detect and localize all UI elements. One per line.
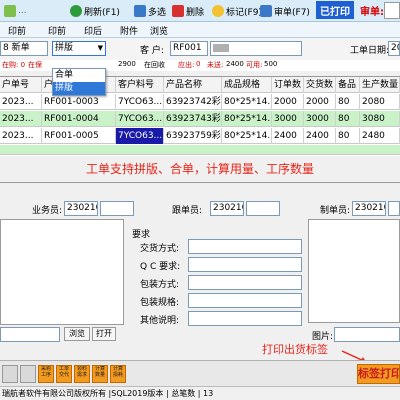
delete-button[interactable]: 删除 [172, 3, 204, 19]
salesperson-label: 业务员: [32, 206, 63, 216]
salesperson-name-input[interactable] [100, 201, 134, 216]
col-header: 订单数 [272, 77, 304, 93]
dropdown-option-impose[interactable]: 拼版 [53, 82, 105, 95]
material-request-button[interactable]: 领料需求 [74, 365, 90, 383]
open-button[interactable]: 打开 [92, 327, 116, 341]
col-header: 交货数 [304, 77, 336, 93]
printed-badge: 已打印 [316, 1, 354, 19]
dropdown-option-merge[interactable]: 合单 [53, 69, 105, 82]
tab-prepress-1[interactable]: 印前 [8, 24, 26, 37]
delete-icon [172, 5, 184, 17]
maker-name-input[interactable] [388, 201, 400, 216]
undelivered-value: 2400 [226, 60, 244, 68]
due-label: 应出: [178, 61, 195, 69]
table-row[interactable]: 2023... RF001-0005 7YCO63... 63923759彩盒 … [0, 128, 400, 144]
table-row[interactable]: 2023... RF001-0003 7YCO63... 63923742彩盒 … [0, 94, 400, 110]
recycle-label: 在回收 [144, 61, 165, 69]
customer-name-input[interactable] [210, 41, 302, 56]
grid-icon [134, 5, 146, 17]
col-header: 备品 [336, 77, 360, 93]
customer-code-input[interactable]: RF001 [170, 41, 208, 56]
redacted-block [213, 44, 229, 52]
multi-select-button[interactable]: 多选 [134, 3, 166, 19]
available-label: 可用: [246, 61, 263, 69]
customer-label: 客 户: [140, 46, 164, 56]
refresh-icon [70, 5, 82, 17]
stock-total: 2900 [118, 60, 136, 68]
follower-name-input[interactable] [246, 201, 280, 216]
table-row-empty[interactable] [0, 145, 400, 155]
comment-icon [212, 5, 224, 17]
requirements-group: 交货方式: Q C 要求: 包装方式: 包装规格: 其他说明: [132, 239, 304, 329]
table-row[interactable]: 2023... RF001-0004 7YCO63... 63923743彩盒 … [0, 111, 400, 127]
in-stock-label: 在保 [28, 61, 42, 69]
other-notes-label: 其他说明: [140, 316, 180, 326]
audit-status-label: 审单: [360, 7, 384, 18]
tab-browse[interactable]: 浏览 [150, 24, 168, 37]
tab-prepress-2[interactable]: 印前 [48, 24, 66, 37]
calc-loss-button[interactable]: 计算损耗 [110, 365, 126, 383]
process-type-select[interactable]: 拼版 ▼ [52, 41, 106, 56]
qc-requirement-label: Q C 要求: [140, 262, 181, 272]
col-header: 成品规格 [222, 77, 272, 93]
browse-button[interactable]: 浏览 [64, 327, 90, 341]
salesperson-input[interactable]: 2302100 [64, 201, 98, 216]
work-date-input[interactable]: 20 [388, 41, 400, 56]
feature-caption: 工单支持拼版、合单，计算用量、工序数量 [85, 162, 314, 176]
packaging-spec-input[interactable] [188, 293, 302, 308]
packaging-spec-label: 包装规格: [140, 298, 180, 308]
follower-label: 跟单员: [172, 206, 203, 216]
maker-label: 制单员: [320, 206, 351, 216]
other-notes-input[interactable] [188, 311, 302, 326]
work-order-handover-button[interactable]: 工单交代 [56, 365, 72, 383]
calc-quantity-button[interactable]: 计算数量 [92, 365, 108, 383]
action-button-2[interactable] [20, 365, 36, 383]
col-header: 户单号 [0, 77, 42, 93]
packaging-method-input[interactable] [188, 275, 302, 290]
image-preview[interactable] [308, 219, 400, 323]
status-bar: 瑞航者软件有限公司版权所有 |SQL2019版本 | 总笔数 | 13 [0, 386, 400, 400]
col-header: 生产数量 [360, 77, 400, 93]
tab-postpress[interactable]: 印后 [84, 24, 102, 37]
packaging-method-label: 包装方式: [140, 280, 180, 290]
cut-button[interactable]: ... [4, 3, 27, 19]
detail-panel: 业务员: 2302100 跟单员: 2302100 制单员: 2302100 要… [0, 182, 400, 363]
approve-icon [260, 5, 272, 17]
work-date-label: 工单日期: [350, 46, 390, 56]
in-purchase-label: 在购: 0 [2, 61, 26, 69]
tab-bar: 印前 印前 印后 附件 浏览 [0, 22, 400, 38]
delivery-method-input[interactable] [188, 239, 302, 254]
cut-icon [4, 5, 16, 17]
col-header: 产品名称 [164, 77, 222, 93]
maker-input[interactable]: 2302100 [352, 201, 386, 216]
chevron-down-icon: ▼ [97, 44, 103, 52]
label-print-callout: 打印出货标签 [262, 343, 328, 356]
tab-attachment[interactable]: 附件 [120, 24, 138, 37]
action-button-bar: 采购工序 工单交代 领料需求 计算数量 计算损耗 [0, 360, 400, 386]
mark-button[interactable]: 标记(F9) [212, 3, 262, 19]
qc-requirement-input[interactable] [188, 257, 302, 272]
order-type-select[interactable]: 8 新单 [0, 41, 48, 56]
follower-input[interactable]: 2302100 [210, 201, 244, 216]
process-type-dropdown: 合单 拼版 [52, 68, 106, 96]
action-button-1[interactable] [2, 365, 18, 383]
due-value: 0 [196, 60, 201, 68]
notes-panel[interactable] [0, 219, 124, 325]
purchase-process-button[interactable]: 采购工序 [38, 365, 54, 383]
label-print-button[interactable]: 标签打印 [357, 364, 400, 384]
image-path-input[interactable] [334, 327, 400, 342]
undelivered-label: 未送: [207, 61, 224, 69]
audit-status-field[interactable] [384, 2, 400, 19]
delivery-method-label: 交货方式: [140, 244, 180, 254]
audit-button[interactable]: 审单(F7) [260, 3, 310, 19]
available-value: 500 [264, 60, 278, 68]
order-form-row: 8 新单 拼版 ▼ 客 户: RF001 工单日期: 20 [0, 38, 400, 60]
refresh-button[interactable]: 刷新(F1) [70, 3, 120, 19]
col-header: 客户料号 [116, 77, 164, 93]
attachment-path-input[interactable] [0, 327, 60, 342]
